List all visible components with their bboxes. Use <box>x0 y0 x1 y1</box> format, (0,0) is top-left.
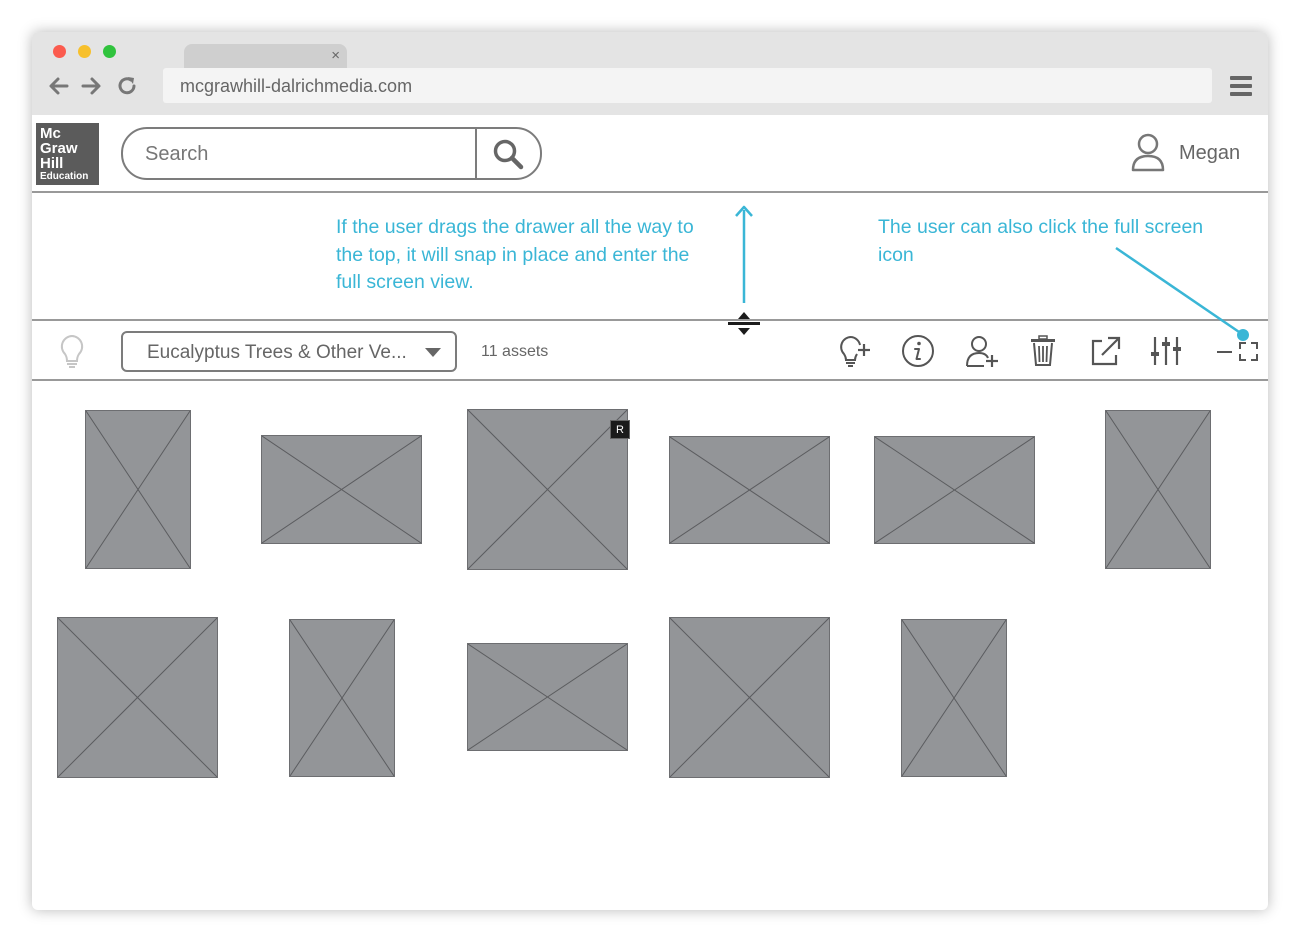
image-placeholder-icon <box>262 436 421 543</box>
browser-tab[interactable]: × <box>184 44 347 70</box>
add-user-icon <box>966 336 998 367</box>
logo-line-4: Education <box>40 171 89 182</box>
add-idea-button[interactable] <box>836 333 872 369</box>
user-menu[interactable]: Megan <box>1130 132 1260 174</box>
resize-vertical-icon <box>728 312 760 335</box>
asset-thumbnail[interactable] <box>467 643 628 751</box>
asset-thumbnail[interactable] <box>289 619 395 777</box>
image-placeholder-icon <box>468 410 627 569</box>
share-external-button[interactable] <box>1088 333 1124 369</box>
asset-thumbnail[interactable] <box>1105 410 1211 569</box>
add-user-button[interactable] <box>964 333 1000 369</box>
image-placeholder-icon <box>1106 411 1210 568</box>
drawer-toolbar: Eucalyptus Trees & Other Ve... 11 assets <box>32 319 1268 381</box>
search-button[interactable] <box>477 129 540 178</box>
idea-bulb-icon[interactable] <box>58 333 86 376</box>
info-button[interactable] <box>900 333 936 369</box>
fullscreen-annotation: The user can also click the full screen … <box>878 216 1204 266</box>
user-name: Megan <box>1179 142 1241 164</box>
asset-thumbnail[interactable] <box>57 617 218 778</box>
minimize-window-button[interactable] <box>78 45 91 58</box>
restricted-badge: R <box>610 420 630 439</box>
url-text: mcgrawhill-dalrichmedia.com <box>180 76 413 96</box>
asset-thumbnail[interactable] <box>669 436 830 544</box>
adjust-sliders-icon <box>1151 337 1181 365</box>
image-placeholder-icon <box>670 618 829 777</box>
asset-thumbnail[interactable] <box>669 617 830 778</box>
arrow-left-icon <box>49 77 69 95</box>
delete-button[interactable] <box>1026 333 1062 369</box>
drawer-drag-handle[interactable] <box>724 308 764 344</box>
tab-close-icon[interactable]: × <box>331 47 340 65</box>
hamburger-menu-icon <box>1230 76 1252 96</box>
mcgraw-hill-logo[interactable]: Mc Graw Hill Education <box>36 123 99 185</box>
asset-thumbnail[interactable] <box>901 619 1007 777</box>
asset-thumbnail[interactable] <box>85 410 191 569</box>
reload-icon <box>118 77 136 95</box>
app-header: Mc Graw Hill Education Megan <box>32 115 1268 193</box>
reload-button[interactable] <box>115 72 139 100</box>
logo-line-2: Graw <box>40 140 78 157</box>
image-placeholder-icon <box>58 618 217 777</box>
arrow-right-icon <box>81 77 101 95</box>
collection-name: Eucalyptus Trees & Other Ve... <box>147 342 407 363</box>
image-placeholder-icon <box>875 437 1034 543</box>
browser-menu-button[interactable] <box>1229 74 1253 98</box>
collection-dropdown[interactable]: Eucalyptus Trees & Other Ve... <box>121 331 457 372</box>
back-button[interactable] <box>47 72 71 100</box>
browser-window: × mcgrawhill-dalrichmedia.com Mc Graw Hi… <box>32 32 1268 910</box>
asset-count: 11 assets <box>481 343 549 360</box>
image-placeholder-icon <box>468 644 627 750</box>
adjust-settings-button[interactable] <box>1148 333 1184 369</box>
maximize-window-button[interactable] <box>103 45 116 58</box>
image-placeholder-icon <box>902 620 1006 776</box>
address-bar[interactable]: mcgrawhill-dalrichmedia.com <box>163 68 1212 103</box>
image-placeholder-icon <box>670 437 829 543</box>
user-avatar-icon <box>1131 133 1165 172</box>
fullscreen-icon <box>1217 342 1258 361</box>
trash-icon <box>1031 335 1055 366</box>
logo-line-1: Mc <box>40 125 61 142</box>
browser-chrome: × mcgrawhill-dalrichmedia.com <box>32 32 1268 115</box>
info-icon <box>902 335 934 367</box>
search-input[interactable] <box>145 141 445 167</box>
fullscreen-button[interactable] <box>1215 337 1259 363</box>
image-placeholder-icon <box>86 411 190 568</box>
drag-annotation: If the user drags the drawer all the way… <box>336 216 694 293</box>
asset-thumbnail[interactable] <box>874 436 1035 544</box>
image-placeholder-icon <box>290 620 394 776</box>
chevron-down-icon <box>425 348 441 357</box>
add-idea-icon <box>840 336 870 367</box>
search-icon <box>493 139 524 170</box>
asset-thumbnail[interactable] <box>261 435 422 544</box>
asset-thumbnail[interactable] <box>467 409 628 570</box>
share-external-icon <box>1091 336 1121 366</box>
logo-line-3: Hill <box>40 155 64 172</box>
drag-arrow-head <box>735 205 753 217</box>
search-box <box>121 127 542 180</box>
close-window-button[interactable] <box>53 45 66 58</box>
forward-button[interactable] <box>79 72 103 100</box>
